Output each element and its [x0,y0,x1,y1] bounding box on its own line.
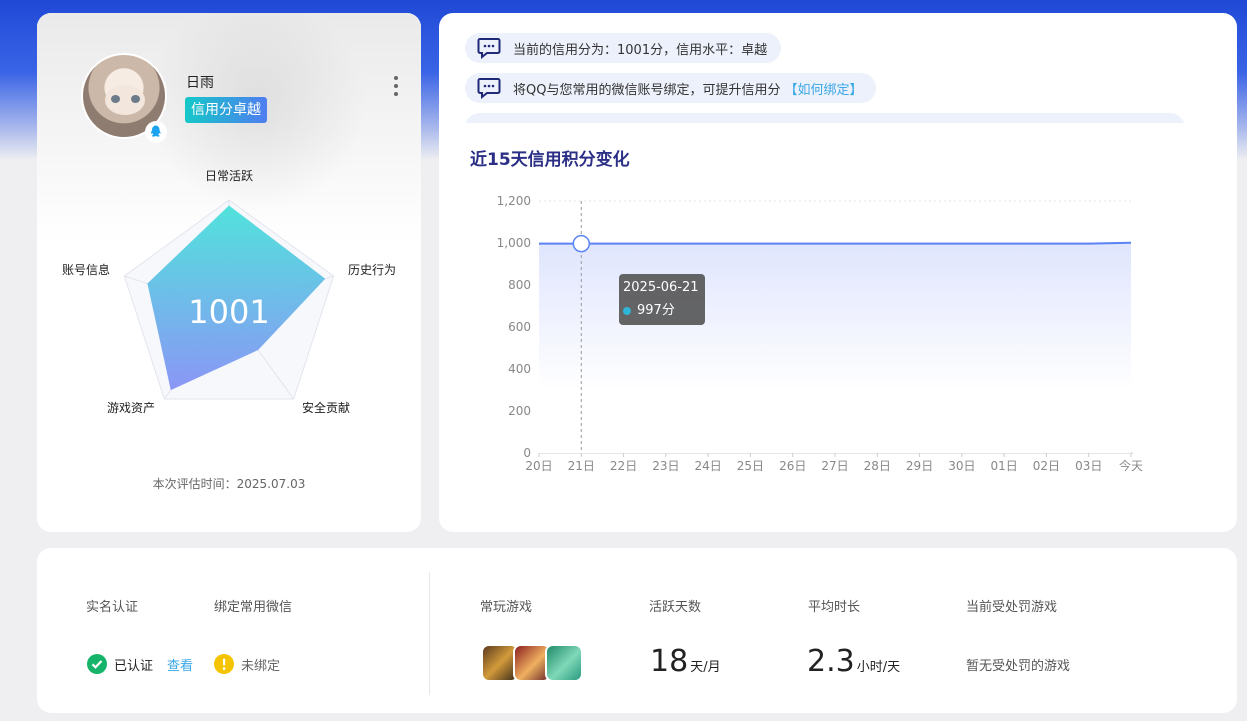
penalty-value: 暂无受处罚的游戏 [966,659,1071,674]
series-dot-icon [623,306,631,315]
y-tick-label: 1,000 [497,236,531,250]
radar-svg: 1001 [123,199,335,400]
y-tick-label: 400 [508,362,531,376]
realname-status-text: 已认证 [114,658,154,674]
x-tick-label: 22日 [610,459,637,473]
x-tick-label: 24日 [695,459,722,473]
realname-label: 实名认证 [86,600,139,615]
avg-time-label: 平均时长 [808,600,861,615]
radar-label-security: 安全贡献 [302,401,351,415]
profile-card: 日雨 信用分卓越 1001 日常活跃 历史行为 安全贡献 游戏资产 账号信息 本… [37,13,421,532]
y-tick-label: 600 [508,320,531,334]
nickname: 日雨 [186,75,214,91]
realname-status: 已认证 查看 [87,654,193,674]
credit-radar-chart: 1001 日常活跃 历史行为 安全贡献 游戏资产 账号信息 [37,163,421,443]
account-stats-card: 实名认证 绑定常用微信 已认证 查看 未绑定 常玩游戏 活跃天数 平均时长 当前… [37,548,1237,713]
y-tick-label: 200 [508,404,531,418]
x-tick-label: 20日 [525,459,552,473]
notice-bind-wechat: 将QQ与您常用的微信账号绑定，可提升信用分 【如何绑定】 [465,73,877,103]
x-tick-label: 30日 [948,459,975,473]
x-tick-label: 02日 [1033,459,1060,473]
how-to-bind-link[interactable]: 【如何绑定】 [784,79,862,98]
qq-icon [145,121,167,143]
x-tick-label: 03日 [1075,459,1102,473]
radar-label-account-info: 账号信息 [62,263,111,277]
x-tick-label: 28日 [864,459,891,473]
tooltip-value: 997分 [637,303,675,318]
wechat-status-text: 未绑定 [241,658,281,674]
tooltip-date: 2025-06-21 [623,280,699,295]
credit-level-badge: 信用分卓越 [185,97,267,123]
more-vertical-icon[interactable] [391,75,401,97]
series-line [539,241,1132,245]
section-divider [429,572,430,695]
notice-text: 当前的信用分为：1001分，信用水平：卓越 [513,42,768,58]
x-tick-label: 23日 [652,459,679,473]
x-tick-label: 27日 [821,459,848,473]
message-icon [477,78,501,99]
y-tick-label: 1,200 [497,194,531,208]
penalty-label: 当前受处罚游戏 [966,600,1058,615]
x-tick-label: 25日 [737,459,764,473]
message-icon [477,38,501,59]
notice-text: 将QQ与您常用的微信账号绑定，可提升信用分 [513,82,781,98]
notice-current-score: 当前的信用分为：1001分，信用水平：卓越 [465,33,782,63]
x-tick-label: 29日 [906,459,933,473]
wechat-status: 未绑定 [214,654,280,674]
radar-label-game-assets: 游戏资产 [107,401,156,415]
chart-tooltip: 2025-06-21 997分 [619,274,705,325]
active-days-label: 活跃天数 [649,600,702,615]
x-tick-label: 26日 [779,459,806,473]
warning-circle-icon [214,654,234,674]
active-days-value: 18 天/月 [650,644,721,679]
x-tick-label: 21日 [568,459,595,473]
check-circle-icon [87,654,107,674]
frequent-games-list [481,644,583,682]
view-realname-link[interactable]: 查看 [167,655,193,674]
credit-line-chart: 0 200 400 600 800 1,000 1,200 20日 21日 22日 23日 24日 25… [497,194,1143,473]
hover-point [572,234,591,253]
y-tick-label: 800 [508,278,531,292]
radar-score: 1001 [188,293,269,331]
credit-chart-card: 当前的信用分为：1001分，信用水平：卓越 将QQ与您常用的微信账号绑定，可提升… [439,13,1237,532]
y-tick-label: 0 [523,446,531,460]
evaluation-time: 本次评估时间：2025.07.03 [152,477,306,491]
notice-scroll-clipped [465,113,1185,123]
avg-time-value: 2.3 小时/天 [807,644,901,679]
wechat-bind-label: 绑定常用微信 [214,600,293,615]
chart-title: 近15天信用积分变化 [470,150,630,170]
game-icon-mahjong[interactable] [545,644,583,682]
radar-label-history: 历史行为 [348,263,397,277]
x-tick-label: 01日 [991,459,1018,473]
x-tick-label: 今天 [1119,458,1143,473]
radar-label-daily-active: 日常活跃 [205,169,254,183]
frequent-games-label: 常玩游戏 [480,600,533,615]
